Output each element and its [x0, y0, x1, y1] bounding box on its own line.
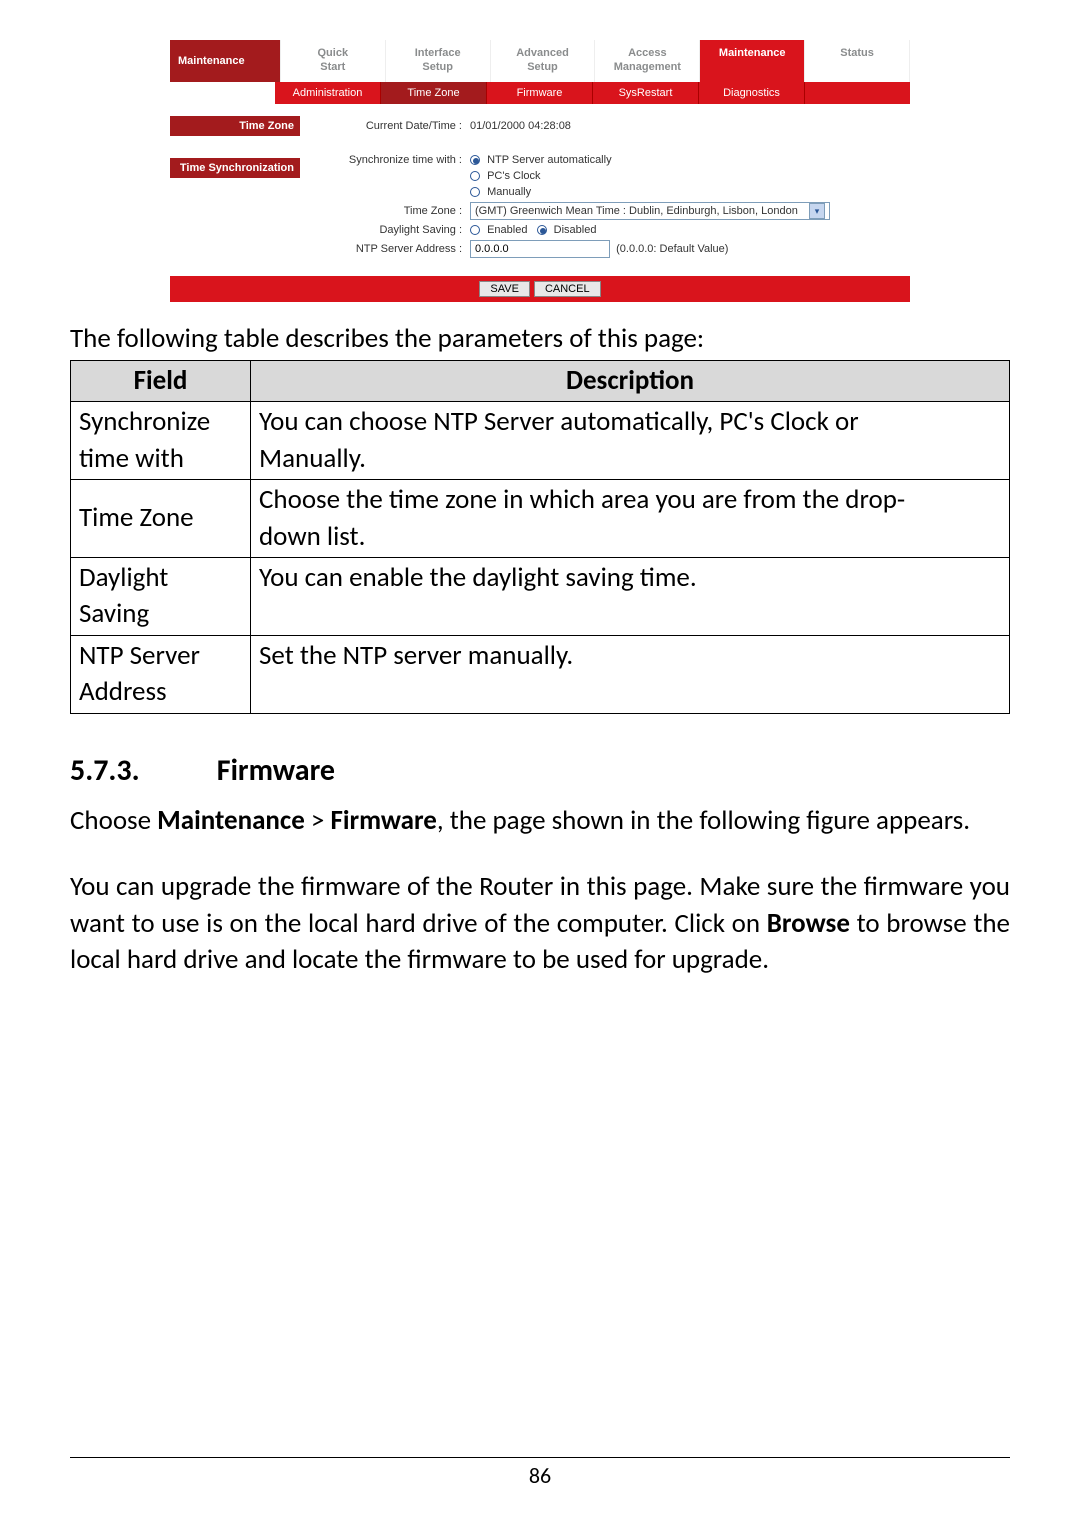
ds-enabled-label: Enabled	[487, 224, 527, 236]
cell-text: NTP Server	[79, 639, 200, 672]
radio-pc-label: PC's Clock	[487, 170, 540, 182]
tab-advanced-setup[interactable]: Advanced Setup	[491, 40, 596, 82]
subtab-sysrestart[interactable]: SysRestart	[593, 82, 699, 104]
radio-pc-icon[interactable]	[470, 171, 480, 181]
cell-text: You can enable the daylight saving time.	[259, 561, 697, 594]
page-footer: 86	[70, 1457, 1010, 1489]
subtab-diagnostics[interactable]: Diagnostics	[699, 82, 805, 104]
side-block-time-sync: Time Synchronization	[170, 158, 300, 178]
paragraph-2: You can upgrade the firmware of the Rout…	[70, 869, 1010, 978]
cell-text: Time Zone	[79, 501, 194, 534]
cancel-button[interactable]: CANCEL	[534, 281, 601, 297]
ntp-label: NTP Server Address :	[330, 243, 470, 255]
section-title: Firmware	[217, 752, 335, 789]
text-bold: Maintenance	[157, 804, 305, 837]
section-number: 5.7.3.	[70, 752, 210, 789]
text-bold: Firmware	[330, 804, 436, 837]
subtab-time-zone[interactable]: Time Zone	[381, 82, 487, 104]
radio-ds-disabled-icon[interactable]	[537, 225, 547, 235]
button-bar: SAVE CANCEL	[170, 276, 910, 302]
parameter-table: Field Description Synchronize time with …	[70, 360, 1010, 714]
subtab-spacer-r	[805, 82, 910, 104]
cell-text: Daylight	[79, 561, 168, 594]
cell-text: Address	[79, 675, 167, 708]
radio-ds-enabled-icon[interactable]	[470, 225, 480, 235]
page-number: 86	[529, 1462, 551, 1489]
sub-tabs: Administration Time Zone Firmware SysRes…	[170, 82, 910, 104]
intro-text: The following table describes the parame…	[70, 322, 1010, 356]
router-screenshot: Maintenance Quick Start Interface Setup …	[70, 40, 1010, 302]
subtab-spacer	[170, 82, 275, 104]
ntp-input[interactable]	[470, 240, 610, 258]
radio-manual-label: Manually	[487, 186, 531, 198]
top-tabs: Maintenance Quick Start Interface Setup …	[170, 40, 910, 82]
table-row: Synchronize time with You can choose NTP…	[71, 402, 1010, 480]
cell-text: You can choose NTP Server automatically,…	[259, 405, 859, 438]
tz-label: Time Zone :	[330, 205, 470, 217]
current-dt-label: Current Date/Time :	[330, 120, 470, 132]
tz-select-value: (GMT) Greenwich Mean Time : Dublin, Edin…	[475, 205, 798, 217]
tab-maintenance[interactable]: Maintenance	[700, 40, 805, 82]
radio-ntp-label: NTP Server automatically	[487, 154, 612, 166]
tab-access-management[interactable]: Access Management	[595, 40, 700, 82]
radio-ntp-icon[interactable]	[470, 155, 480, 165]
tz-select[interactable]: (GMT) Greenwich Mean Time : Dublin, Edin…	[470, 202, 830, 220]
subtab-firmware[interactable]: Firmware	[487, 82, 593, 104]
text-bold: Browse	[767, 907, 850, 940]
cell-text: Synchronize	[79, 405, 210, 438]
save-button[interactable]: SAVE	[479, 281, 530, 297]
tab-interface-setup[interactable]: Interface Setup	[386, 40, 491, 82]
th-desc: Description	[251, 360, 1010, 401]
cell-text: Choose the time zone in which area you a…	[259, 483, 905, 516]
radio-manual-icon[interactable]	[470, 187, 480, 197]
maintenance-side-label: Maintenance	[170, 40, 281, 82]
ds-disabled-label: Disabled	[554, 224, 597, 236]
cell-text: Set the NTP server manually.	[259, 639, 573, 672]
subtab-administration[interactable]: Administration	[275, 82, 381, 104]
cell-text: time with	[79, 442, 184, 475]
chevron-down-icon[interactable]: ▾	[809, 203, 825, 219]
cell-text: Manually.	[259, 442, 366, 475]
cell-text: down list.	[259, 520, 365, 553]
current-dt-value: 01/01/2000 04:28:08	[470, 120, 904, 132]
sync-label: Synchronize time with :	[330, 154, 470, 166]
ntp-hint: (0.0.0.0: Default Value)	[616, 243, 728, 255]
tab-status[interactable]: Status	[805, 40, 910, 82]
table-row: NTP Server Address Set the NTP server ma…	[71, 635, 1010, 713]
paragraph-1: Choose Maintenance > Firmware, the page …	[70, 803, 1010, 839]
side-block-time-zone: Time Zone	[170, 116, 300, 136]
table-row: Time Zone Choose the time zone in which …	[71, 480, 1010, 558]
ds-label: Daylight Saving :	[330, 224, 470, 236]
text: >	[305, 804, 331, 837]
th-field: Field	[71, 360, 251, 401]
text: , the page shown in the following figure…	[437, 804, 970, 837]
text: Choose	[70, 804, 157, 837]
cell-text: Saving	[79, 597, 149, 630]
tab-quick-start[interactable]: Quick Start	[281, 40, 386, 82]
table-row: Daylight Saving You can enable the dayli…	[71, 557, 1010, 635]
section-heading: 5.7.3. Firmware	[70, 752, 1010, 789]
